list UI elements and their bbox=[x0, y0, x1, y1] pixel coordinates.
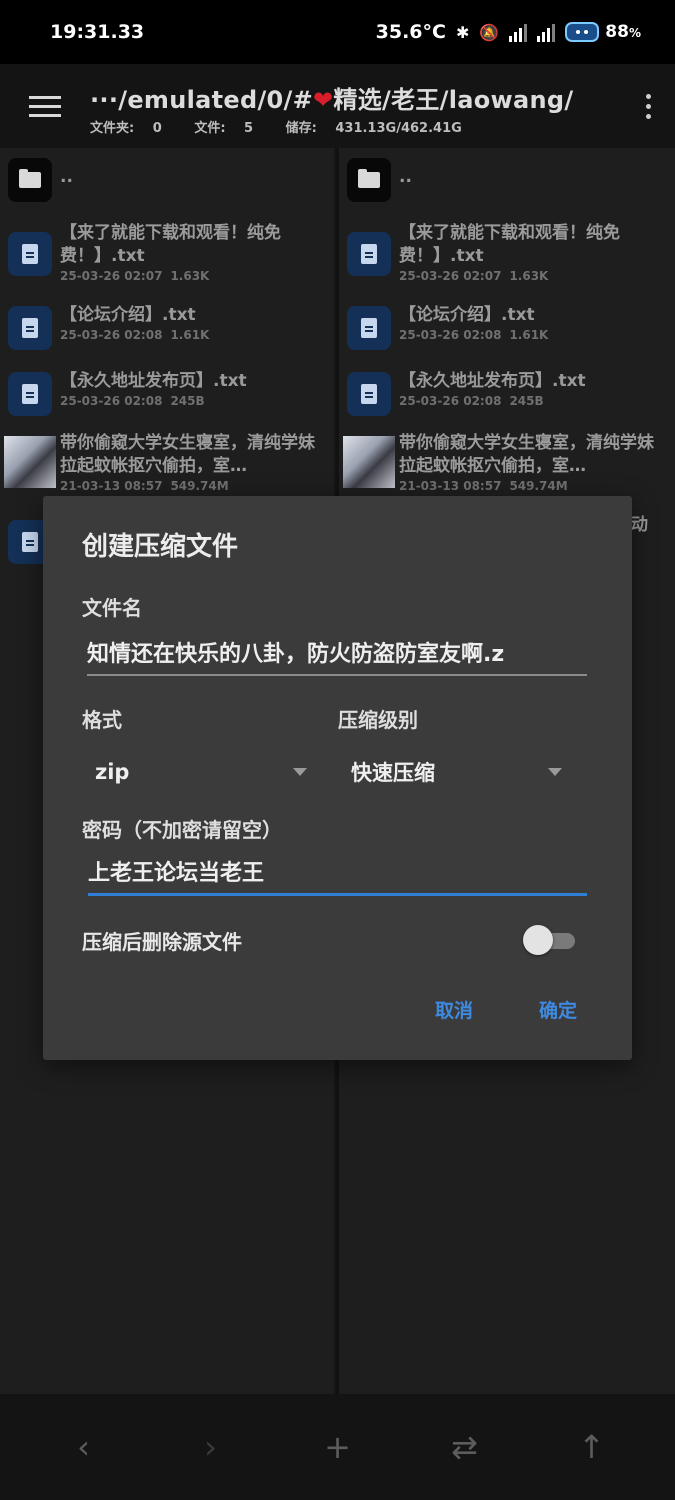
menu-button[interactable] bbox=[0, 64, 90, 148]
list-item[interactable]: 【论坛介绍】.txt 25-03-26 02:08 1.61K bbox=[0, 304, 330, 350]
mute-icon: 🔕 bbox=[479, 22, 500, 42]
battery-indicator: 88% bbox=[565, 22, 641, 42]
back-icon[interactable]: ‹ bbox=[54, 1428, 114, 1466]
delete-source-toggle[interactable] bbox=[523, 925, 577, 955]
dialog-title: 创建压缩文件 bbox=[82, 532, 239, 562]
list-item[interactable]: 带你偷窥大学女生寝室，清纯学妹拉起蚊帐抠穴偷拍，室… 21-03-13 08:5… bbox=[339, 432, 669, 493]
signal-icon-2 bbox=[537, 22, 556, 42]
folder-icon bbox=[347, 158, 391, 202]
password-label: 密码（不加密请留空） bbox=[82, 818, 282, 842]
document-icon bbox=[347, 306, 391, 350]
create-archive-dialog: 创建压缩文件 文件名 知情还在快乐的八卦，防火防盗防室友啊.z 格式 zip 压… bbox=[43, 496, 632, 1060]
list-item[interactable]: 【论坛介绍】.txt 25-03-26 02:08 1.61K bbox=[339, 304, 669, 350]
filename-input[interactable]: 知情还在快乐的八卦，防火防盗防室友啊.z bbox=[87, 628, 587, 676]
format-label: 格式 bbox=[82, 708, 122, 732]
document-icon bbox=[347, 372, 391, 416]
battery-icon bbox=[565, 22, 600, 42]
list-item[interactable]: 【来了就能下载和观看！纯免费！】.txt 25-03-26 02:07 1.63K bbox=[339, 222, 669, 283]
list-item[interactable]: .. bbox=[339, 158, 669, 202]
filename-label: 文件名 bbox=[82, 596, 142, 620]
path-header: ···/emulated/0/#❤精选/老王/laowang/ 文件夹: 0 文… bbox=[90, 76, 621, 136]
delete-source-row: 压缩后删除源文件 bbox=[82, 920, 577, 960]
list-item[interactable]: 【来了就能下载和观看！纯免费！】.txt 25-03-26 02:07 1.63K bbox=[0, 222, 330, 283]
path-stats: 文件夹: 0 文件: 5 储存: 431.13G/462.41G bbox=[90, 121, 462, 136]
ok-button[interactable]: 确定 bbox=[539, 996, 577, 1023]
document-icon bbox=[8, 232, 52, 276]
list-item[interactable]: 【永久地址发布页】.txt 25-03-26 02:08 245B bbox=[339, 370, 669, 416]
hamburger-icon bbox=[29, 90, 61, 123]
document-icon bbox=[8, 306, 52, 350]
signal-icon bbox=[509, 22, 528, 42]
more-options-button[interactable] bbox=[621, 64, 675, 148]
swap-icon[interactable]: ⇄ bbox=[435, 1428, 495, 1466]
up-arrow-icon[interactable]: ↑ bbox=[562, 1428, 622, 1466]
folder-icon bbox=[8, 158, 52, 202]
current-path[interactable]: ···/emulated/0/#❤精选/老王/laowang/ bbox=[90, 80, 621, 115]
document-icon bbox=[8, 372, 52, 416]
list-item[interactable]: 带你偷窥大学女生寝室，清纯学妹拉起蚊帐抠穴偷拍，室… 21-03-13 08:5… bbox=[0, 432, 330, 493]
format-select[interactable]: zip bbox=[95, 750, 307, 794]
add-icon[interactable]: + bbox=[308, 1428, 368, 1466]
bottom-toolbar: ‹ › + ⇄ ↑ bbox=[0, 1394, 675, 1500]
temperature: 35.6°C bbox=[375, 21, 446, 43]
cancel-button[interactable]: 取消 bbox=[435, 996, 473, 1023]
chevron-down-icon bbox=[548, 768, 562, 776]
list-item[interactable]: 【永久地址发布页】.txt 25-03-26 02:08 245B bbox=[0, 370, 330, 416]
bluetooth-icon: ✱ bbox=[455, 22, 470, 42]
list-item[interactable]: .. bbox=[0, 158, 330, 202]
delete-source-label: 压缩后删除源文件 bbox=[82, 929, 242, 954]
status-icons: 35.6°C ✱ 🔕 88% bbox=[376, 21, 641, 43]
compression-level-label: 压缩级别 bbox=[338, 708, 418, 732]
clock: 19:31.33 bbox=[50, 21, 145, 43]
compression-level-select[interactable]: 快速压缩 bbox=[351, 750, 562, 794]
partial-item-label: 动 bbox=[631, 515, 648, 535]
video-thumbnail bbox=[4, 436, 56, 488]
document-icon bbox=[347, 232, 391, 276]
chevron-down-icon bbox=[293, 768, 307, 776]
status-bar: 19:31.33 35.6°C ✱ 🔕 88% bbox=[0, 0, 675, 64]
forward-icon[interactable]: › bbox=[181, 1428, 241, 1466]
heart-icon: ❤ bbox=[312, 86, 334, 114]
password-input[interactable]: 上老王论坛当老王 bbox=[88, 848, 587, 896]
app-bar: ···/emulated/0/#❤精选/老王/laowang/ 文件夹: 0 文… bbox=[0, 64, 675, 148]
video-thumbnail bbox=[343, 436, 395, 488]
